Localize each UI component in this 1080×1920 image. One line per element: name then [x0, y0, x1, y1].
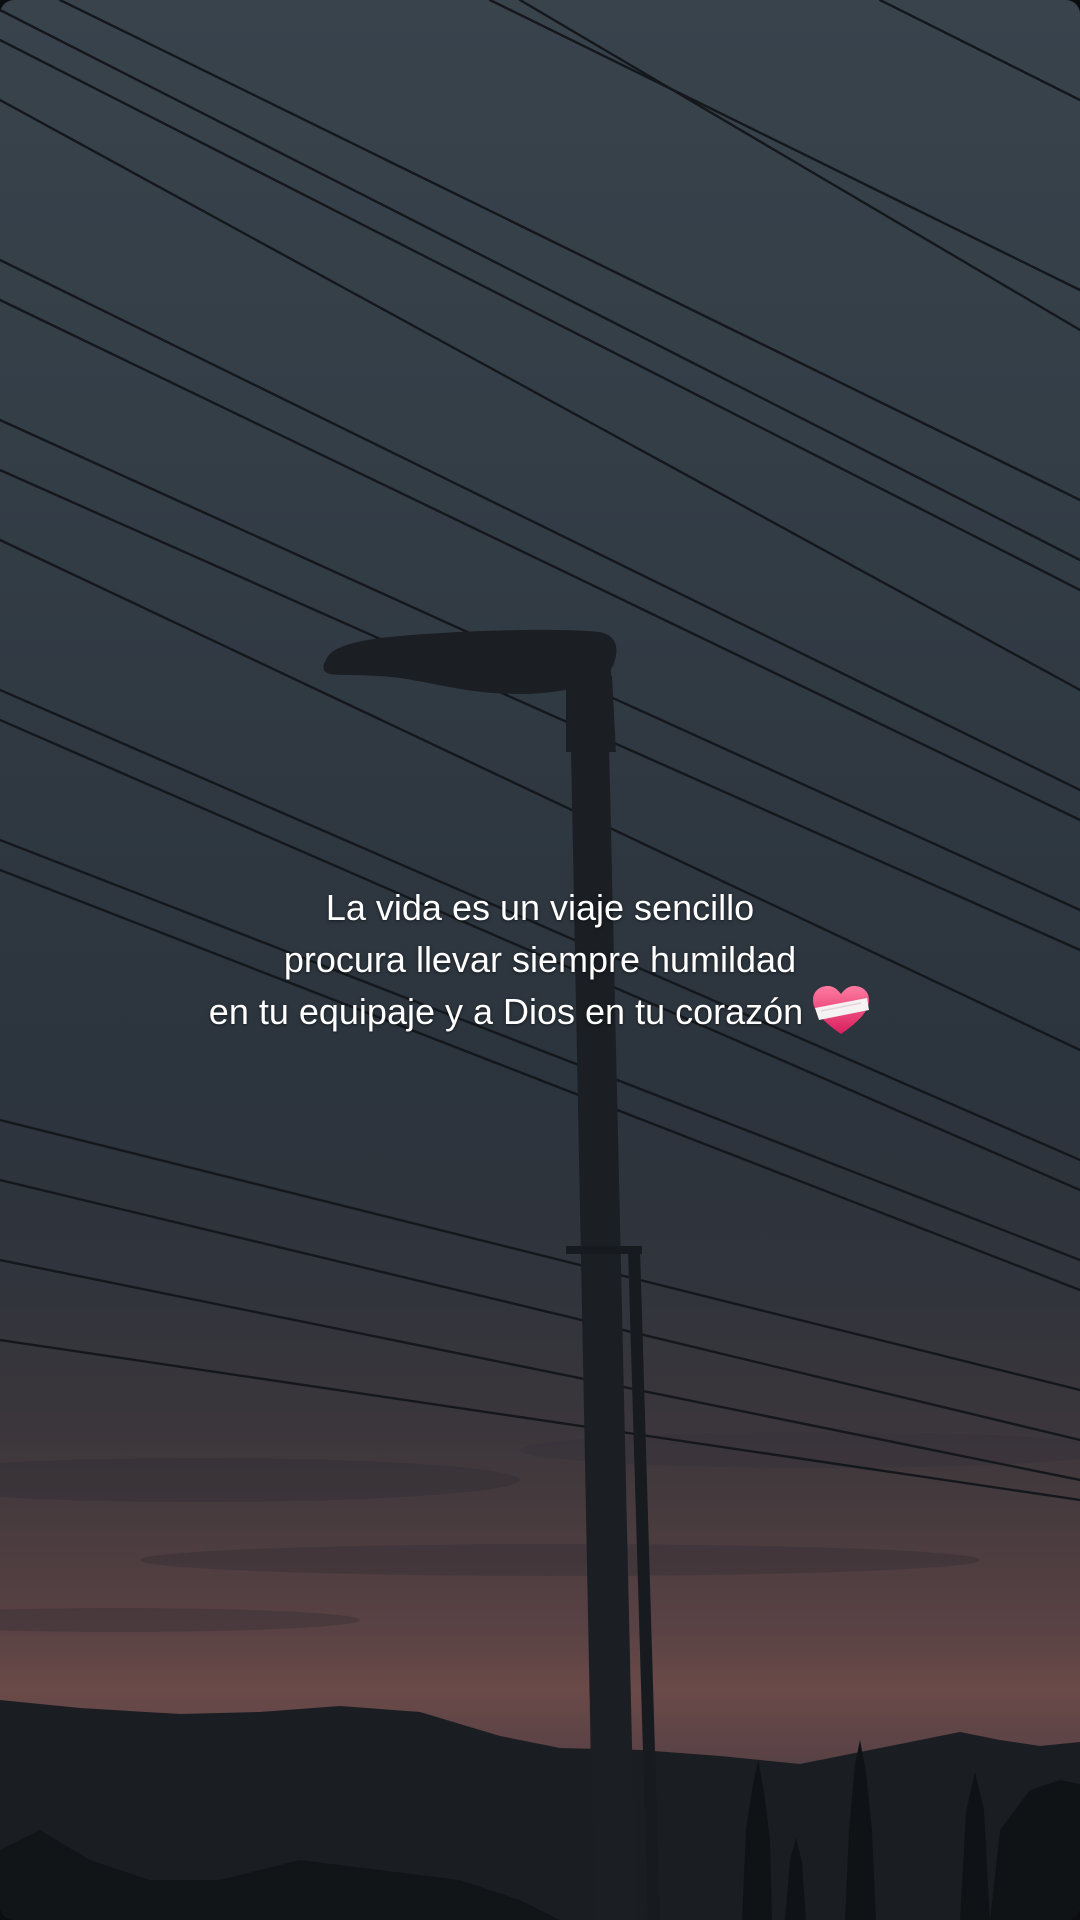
- power-lines: [0, 0, 1080, 1502]
- caption-line-3-text: en tu equipaje y a Dios en tu corazón: [208, 991, 804, 1032]
- mending-heart-icon: [813, 986, 870, 1035]
- caption-line-2: procura llevar siempre humildad: [283, 939, 797, 980]
- caption-text: La vida es un viaje sencillo procura lle…: [0, 882, 1080, 1038]
- caption-line-1: La vida es un viaje sencillo: [325, 887, 755, 928]
- clouds: [0, 1432, 1080, 1632]
- video-frame: La vida es un viaje sencillo procura lle…: [0, 0, 1080, 1920]
- caption-line-3: en tu equipaje y a Dios en tu corazón: [0, 986, 1080, 1038]
